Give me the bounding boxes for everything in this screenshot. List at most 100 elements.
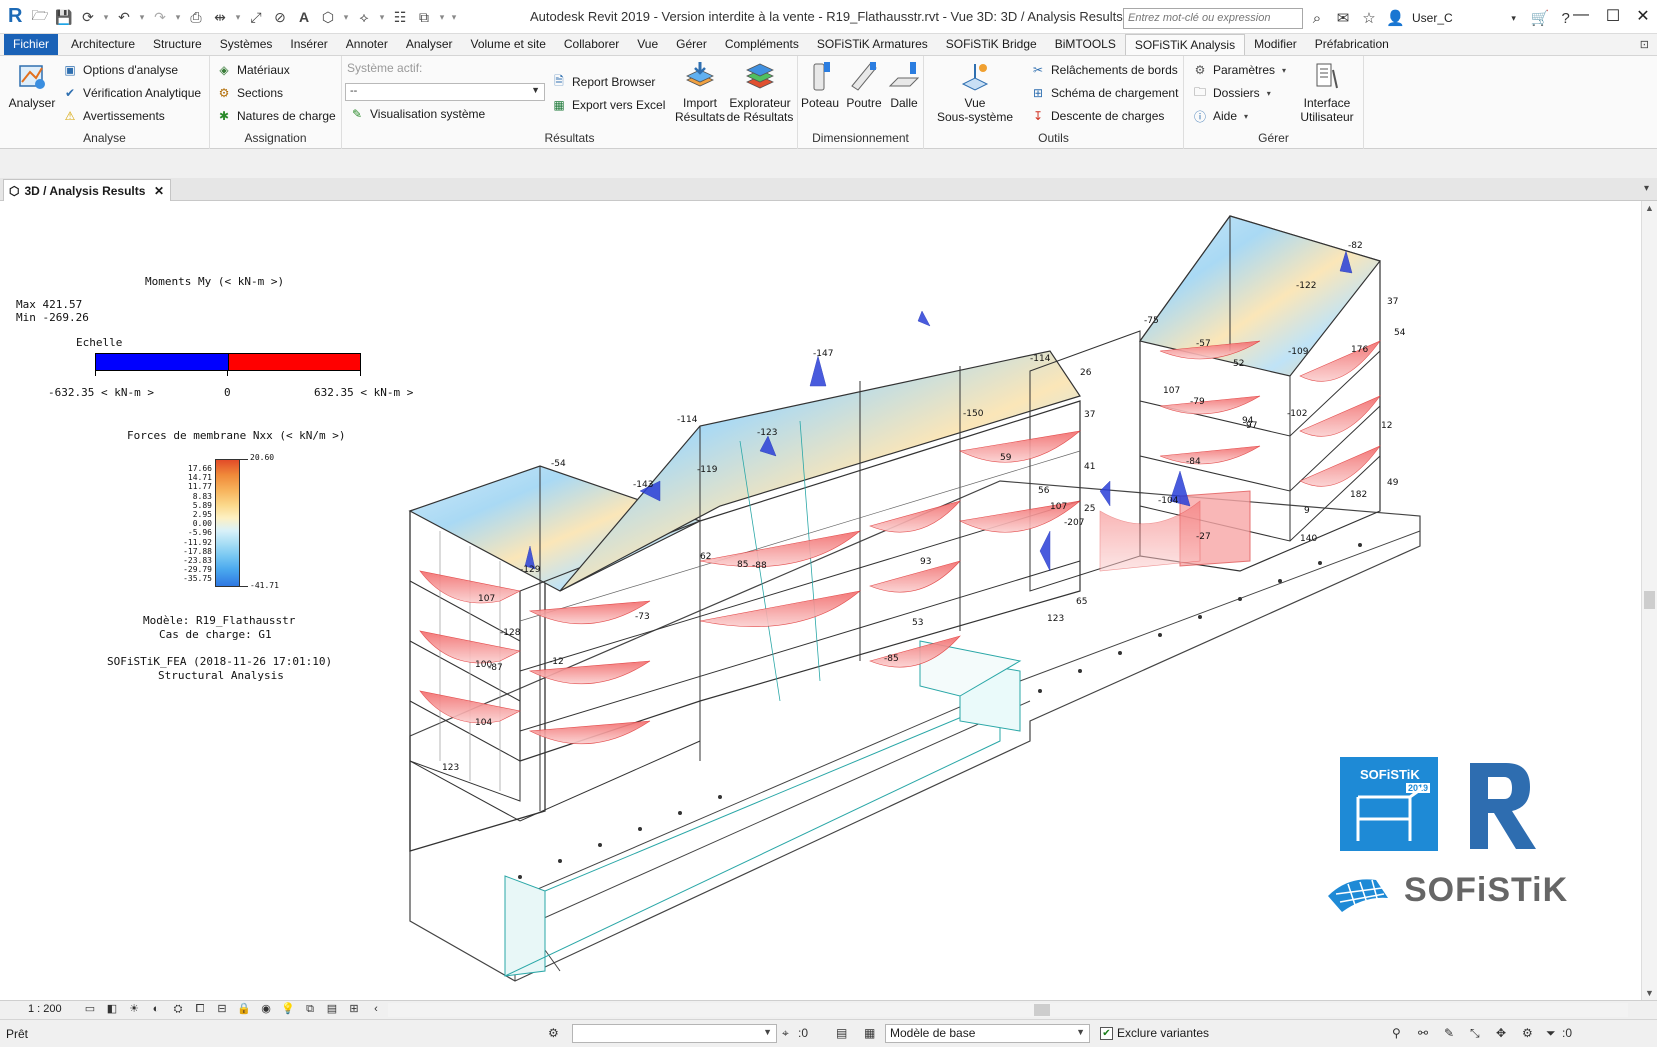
open-icon[interactable]: 🗁: [30, 7, 50, 27]
shadows-icon[interactable]: ◐: [148, 1002, 164, 1017]
column-design-button[interactable]: Poteau: [800, 60, 840, 110]
ribbon-collapse-icon[interactable]: ⊡: [1640, 38, 1649, 51]
close-icon[interactable]: ✕: [1630, 6, 1656, 28]
workset-select[interactable]: ▼: [572, 1024, 777, 1043]
design-option-select[interactable]: Modèle de base ▼: [885, 1024, 1090, 1043]
subsystem-view-button[interactable]: Vue Sous-système: [930, 60, 1020, 124]
load-natures-button[interactable]: ✱ Natures de charge: [216, 108, 336, 124]
chevron-left-icon[interactable]: ‹: [368, 1002, 384, 1017]
worksets-icon[interactable]: ⚙: [548, 1026, 559, 1040]
analyser-button[interactable]: Analyser: [6, 60, 58, 110]
load-descent-button[interactable]: ↧ Descente de charges: [1030, 108, 1164, 124]
folders-button[interactable]: 🗀 Dossiers ▾: [1192, 85, 1271, 101]
horizontal-scrollbar[interactable]: [388, 1003, 1628, 1017]
dropdown-icon[interactable]: ▾: [138, 12, 146, 23]
tab-bimtools[interactable]: BiMTOOLS: [1046, 34, 1125, 55]
design-options-icon-2[interactable]: ▦: [864, 1026, 875, 1040]
analysis-options-button[interactable]: ▣ Options d'analyse: [62, 62, 178, 78]
3d-view-icon[interactable]: ⬡: [318, 7, 338, 27]
active-system-select[interactable]: -- ▼: [345, 83, 545, 101]
binoculars-icon[interactable]: ⌕: [1308, 10, 1326, 27]
select-underlay-icon[interactable]: ⚯: [1418, 1026, 1428, 1040]
dimension-icon[interactable]: ⤢: [246, 7, 266, 27]
thin-lines-icon[interactable]: ☷: [390, 7, 410, 27]
favorites-star-icon[interactable]: ☆: [1360, 9, 1378, 27]
tab-collaborer[interactable]: Collaborer: [555, 34, 628, 55]
detail-level-icon[interactable]: ▭: [82, 1002, 98, 1017]
editable-only-icon[interactable]: ⌖: [782, 1026, 789, 1041]
save-icon[interactable]: 💾: [54, 7, 74, 27]
checkbox-icon[interactable]: ✔: [1100, 1026, 1113, 1040]
dropdown-icon[interactable]: ▾: [1505, 13, 1523, 24]
tab-structure[interactable]: Structure: [144, 34, 211, 55]
customize-icon[interactable]: ▾: [450, 12, 458, 23]
scroll-thumb[interactable]: [1034, 1004, 1050, 1016]
switch-windows-icon[interactable]: ⧉: [414, 7, 434, 27]
dropdown-icon[interactable]: ▾: [378, 12, 386, 23]
user-name[interactable]: User_C: [1412, 11, 1453, 25]
tab-architecture[interactable]: Architecture: [62, 34, 144, 55]
loading-scheme-button[interactable]: ⊞ Schéma de chargement: [1030, 85, 1178, 101]
system-visualization-button[interactable]: ✎ Visualisation système: [349, 106, 485, 122]
maximize-icon[interactable]: ☐: [1600, 6, 1626, 28]
tab-modifier[interactable]: Modifier: [1245, 34, 1306, 55]
tab-pr-fabrication[interactable]: Préfabrication: [1306, 34, 1398, 55]
drag-elements-icon[interactable]: ✥: [1496, 1026, 1506, 1040]
tab-syst-mes[interactable]: Systèmes: [211, 34, 282, 55]
redo-icon[interactable]: ↷: [150, 7, 170, 27]
search-input[interactable]: Entrez mot-clé ou expression: [1123, 8, 1303, 29]
3d-view-canvas[interactable]: Moments My (< kN-m >) Max 421.57 Min -26…: [0, 201, 1641, 1000]
temporary-hide-icon[interactable]: ◉: [258, 1002, 274, 1017]
scroll-up-icon[interactable]: ▲: [1645, 203, 1654, 213]
user-icon[interactable]: 👤: [1386, 9, 1405, 27]
edge-releases-button[interactable]: ✂ Relâchements de bords: [1030, 62, 1178, 78]
reveal-constraints-icon[interactable]: ⊞: [346, 1002, 362, 1017]
vertical-scrollbar[interactable]: ▲ ▼: [1641, 201, 1657, 1000]
background-process-icon[interactable]: ⚙: [1522, 1026, 1533, 1040]
highlight-displacement-icon[interactable]: ▤: [324, 1002, 340, 1017]
tab-ins-rer[interactable]: Insérer: [281, 34, 336, 55]
results-explorer-button[interactable]: Explorateur de Résultats: [724, 60, 796, 124]
slab-design-button[interactable]: Dalle: [886, 60, 922, 110]
report-browser-button[interactable]: 🗎 Report Browser: [551, 74, 655, 90]
dropdown-icon[interactable]: ▾: [234, 12, 242, 23]
import-results-button[interactable]: Import Résultats: [670, 60, 730, 124]
user-interface-button[interactable]: Interface Utilisateur: [1292, 60, 1362, 124]
beam-design-button[interactable]: Poutre: [844, 60, 884, 110]
materials-button[interactable]: ◈ Matériaux: [216, 62, 289, 78]
visual-style-icon[interactable]: ◧: [104, 1002, 120, 1017]
close-icon[interactable]: ✕: [154, 184, 164, 198]
select-by-face-icon[interactable]: ⤡: [1470, 1026, 1480, 1041]
parameters-button[interactable]: ⚙ Paramètres ▾: [1192, 62, 1286, 78]
tab-vue[interactable]: Vue: [628, 34, 667, 55]
warnings-button[interactable]: ⚠ Avertissements: [62, 108, 165, 124]
dropdown-icon[interactable]: ▾: [102, 12, 110, 23]
dropdown-icon[interactable]: ▾: [342, 12, 350, 23]
sync-icon[interactable]: ⟳: [78, 7, 98, 27]
measure-icon[interactable]: ⇹: [210, 7, 230, 27]
tab-sofistik-bridge[interactable]: SOFiSTiK Bridge: [937, 34, 1046, 55]
text-icon[interactable]: A: [294, 7, 314, 27]
tab-volume-et-site[interactable]: Volume et site: [462, 34, 555, 55]
revit-app-icon[interactable]: R: [8, 5, 26, 27]
dropdown-icon[interactable]: ▾: [174, 12, 182, 23]
cart-icon[interactable]: 🛒: [1531, 9, 1550, 27]
tab-analyser[interactable]: Analyser: [397, 34, 462, 55]
section-icon[interactable]: ⟡: [354, 7, 374, 27]
crop-view-icon[interactable]: ⧠: [192, 1002, 208, 1017]
scroll-down-icon[interactable]: ▼: [1645, 988, 1654, 998]
undo-icon[interactable]: ↶: [114, 7, 134, 27]
reveal-hidden-icon[interactable]: 💡: [280, 1002, 296, 1017]
analytical-check-button[interactable]: ✔ Vérification Analytique: [62, 85, 201, 101]
help-button[interactable]: ⓘ Aide ▾: [1192, 108, 1248, 124]
sun-path-icon[interactable]: ☀: [126, 1002, 142, 1017]
show-crop-icon[interactable]: ⊟: [214, 1002, 230, 1017]
communication-center-icon[interactable]: ✉: [1334, 9, 1352, 27]
analytical-model-icon[interactable]: ⧉: [302, 1002, 318, 1017]
exclude-variants-toggle[interactable]: ✔ Exclure variantes: [1100, 1026, 1209, 1040]
select-pinned-icon[interactable]: ✎: [1444, 1026, 1454, 1040]
tab-fichier[interactable]: Fichier: [4, 34, 59, 55]
dropdown-icon[interactable]: ▾: [438, 12, 446, 23]
tab-annoter[interactable]: Annoter: [337, 34, 397, 55]
tag-icon[interactable]: ⊘: [270, 7, 290, 27]
